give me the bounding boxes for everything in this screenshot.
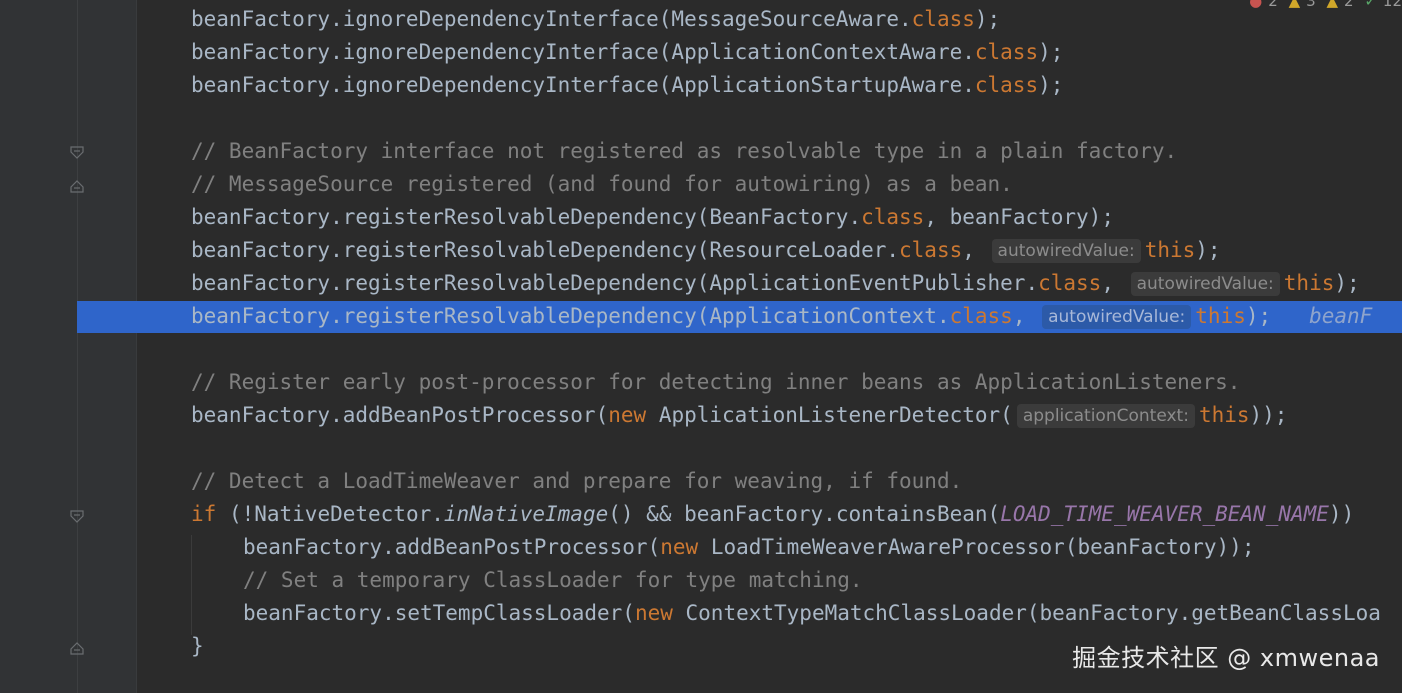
code-line: beanFactory.ignoreDependencyInterface(Ap… (191, 40, 1064, 64)
code-comment: // BeanFactory interface not registered … (191, 139, 1178, 163)
inline-debug-value: beanF (1309, 304, 1373, 328)
code-comment: // Register early post-processor for det… (191, 370, 1241, 394)
parameter-hint: autowiredValue: (1042, 305, 1192, 329)
code-line: beanFactory.ignoreDependencyInterface(Me… (191, 7, 1001, 31)
watermark: 掘金技术社区 @ xmwenaa (1072, 644, 1380, 672)
code-line: if (!NativeDetector.inNativeImage() && b… (191, 502, 1355, 526)
code-comment: // Set a temporary ClassLoader for type … (243, 568, 863, 592)
parameter-hint: autowiredValue: (991, 239, 1141, 263)
code-line: beanFactory.registerResolvableDependency… (191, 271, 1360, 296)
code-comment: // Detect a LoadTimeWeaver and prepare f… (191, 469, 963, 493)
code-comment: // MessageSource registered (and found f… (191, 172, 1013, 196)
code-line: beanFactory.addBeanPostProcessor(new App… (191, 403, 1288, 428)
selected-code-line[interactable]: beanFactory.registerResolvableDependency… (0, 300, 1402, 333)
code-line: beanFactory.registerResolvableDependency… (191, 238, 1221, 263)
code-line: beanFactory.registerResolvableDependency… (191, 205, 1114, 229)
parameter-hint: autowiredValue: (1130, 272, 1280, 296)
code-line: beanFactory.ignoreDependencyInterface(Ap… (191, 73, 1064, 97)
code-line: beanFactory.addBeanPostProcessor(new Loa… (243, 535, 1255, 559)
code-line: beanFactory.setTempClassLoader(new Conte… (243, 601, 1381, 625)
parameter-hint: applicationContext: (1016, 404, 1195, 428)
